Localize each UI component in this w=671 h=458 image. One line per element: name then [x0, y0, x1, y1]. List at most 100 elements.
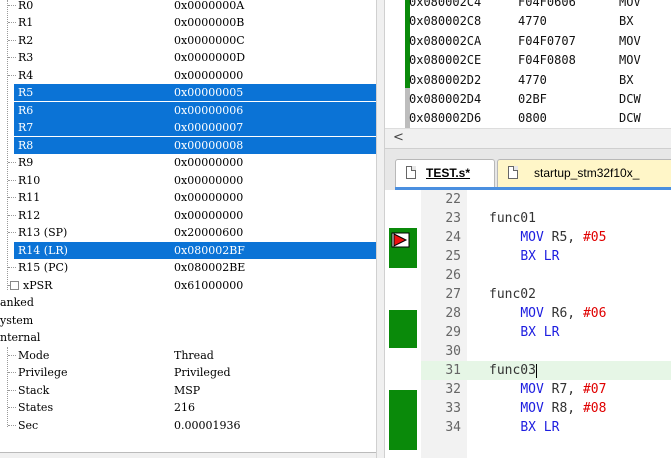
disasm-row[interactable]: 0x080002C8 4770 BX: [409, 11, 671, 31]
register-row-r7[interactable]: R7 0x00000007: [14, 119, 376, 136]
code-keyword: BX: [520, 249, 536, 264]
register-value: 0x00000007: [174, 121, 244, 134]
code-text: MOV R6, #06: [489, 304, 606, 323]
expand-icon[interactable]: [10, 281, 19, 290]
tab-test-s[interactable]: TEST.s*: [395, 159, 495, 187]
code-text: BX LR: [489, 323, 559, 342]
disasm-mnemonic: DCW: [619, 111, 641, 125]
register-row-r15-pc[interactable]: R15 (PC) 0x080002BE: [0, 259, 376, 276]
register-name: States: [18, 401, 54, 414]
registers-tab-strip: [0, 452, 376, 458]
internal-row-sec[interactable]: Sec 0.00001936: [0, 417, 376, 434]
code-line-24[interactable]: 24 MOV R5, #05: [421, 228, 671, 247]
group-system[interactable]: ystem: [0, 312, 376, 329]
code-line-27[interactable]: 27 func02: [421, 285, 671, 304]
tab-label: startup_stm32f10x_: [534, 166, 640, 180]
tab-startup-stm32[interactable]: startup_stm32f10x_: [497, 159, 671, 187]
disasm-address: 0x080002C8: [409, 14, 482, 28]
register-value: 0x00000000: [174, 156, 244, 169]
register-value: 0x0000000C: [174, 34, 245, 47]
register-row-r4[interactable]: R4 0x00000000: [0, 67, 376, 84]
code-keyword: BX: [520, 325, 536, 340]
register-name: R13 (SP): [18, 226, 68, 239]
register-row-r11[interactable]: R11 0x00000000: [0, 189, 376, 206]
code-label: func03: [489, 363, 536, 378]
register-name: R5: [18, 86, 34, 99]
code-line-32[interactable]: 32 MOV R7, #07: [421, 380, 671, 399]
register-row-r5[interactable]: R5 0x00000005: [14, 84, 376, 101]
register-row-r1[interactable]: R1 0x0000000B: [0, 14, 376, 31]
code-text: func03: [489, 361, 537, 380]
register-value: 0x080002BF: [174, 244, 245, 257]
register-name: R6: [18, 104, 34, 117]
breakpoint-margin[interactable]: [385, 190, 421, 458]
horizontal-scrollbar[interactable]: <: [385, 128, 671, 148]
scroll-left-icon[interactable]: <: [393, 130, 404, 145]
pane-splitter[interactable]: [376, 0, 385, 458]
code-line-29[interactable]: 29 BX LR: [421, 323, 671, 342]
register-row-r6[interactable]: R6 0x00000006: [14, 102, 376, 119]
code-line-30[interactable]: 30: [421, 342, 671, 361]
register-name: R8: [18, 139, 34, 152]
file-icon: [406, 166, 416, 179]
register-row-r0[interactable]: R0 0x0000000A: [0, 0, 376, 14]
register-name: R4: [18, 69, 34, 82]
group-banked[interactable]: anked: [0, 294, 376, 311]
internal-row-privilege[interactable]: Privilege Privileged: [0, 364, 376, 381]
line-number: 30: [445, 344, 461, 359]
register-row-r8[interactable]: R8 0x00000008: [14, 137, 376, 154]
register-name: Sec: [18, 419, 39, 432]
disasm-address: 0x080002D2: [409, 73, 482, 87]
register-name: R7: [18, 121, 34, 134]
register-value: 0x20000600: [174, 226, 244, 239]
code-operands: LR: [535, 420, 560, 435]
disasm-opcode: 0800: [518, 111, 547, 125]
register-row-xpsr[interactable]: xPSR 0x61000000: [0, 277, 376, 294]
disasm-address: 0x080002D4: [409, 92, 482, 106]
code-line-25[interactable]: 25 BX LR: [421, 247, 671, 266]
code-line-28[interactable]: 28 MOV R6, #06: [421, 304, 671, 323]
code-text: BX LR: [489, 247, 559, 266]
disasm-row[interactable]: 0x080002CE F04F0808 MOV: [409, 50, 671, 70]
code-operands: R7,: [543, 382, 583, 397]
register-row-r14-lr[interactable]: R14 (LR) 0x080002BF: [14, 242, 376, 259]
code-text: MOV R7, #07: [489, 380, 606, 399]
code-line-34[interactable]: 34 BX LR: [421, 418, 671, 437]
line-number: 24: [445, 230, 461, 245]
register-name: Mode: [18, 349, 50, 362]
line-number: 32: [445, 382, 461, 397]
register-row-r12[interactable]: R12 0x00000000: [0, 207, 376, 224]
line-number: 26: [445, 268, 461, 283]
code-line-33[interactable]: 33 MOV R8, #08: [421, 399, 671, 418]
disasm-row[interactable]: 0x080002CA F04F0707 MOV: [409, 31, 671, 51]
code-line-26[interactable]: 26: [421, 266, 671, 285]
code-immediate: #08: [582, 401, 607, 416]
disasm-row[interactable]: 0x080002D2 4770 BX: [409, 70, 671, 90]
internal-row-states[interactable]: States 216: [0, 399, 376, 416]
disasm-mnemonic: MOV: [619, 53, 641, 67]
register-row-r3[interactable]: R3 0x0000000D: [0, 49, 376, 66]
code-immediate: #06: [582, 306, 607, 321]
disasm-opcode: 02BF: [518, 92, 547, 106]
code-line-22[interactable]: 22: [421, 190, 671, 209]
editor-tab-bar: TEST.s* startup_stm32f10x_: [385, 148, 671, 191]
disasm-row[interactable]: 0x080002D6 0800 DCW: [409, 108, 671, 128]
line-number: 34: [445, 420, 461, 435]
register-row-r2[interactable]: R2 0x0000000C: [0, 32, 376, 49]
internal-row-stack[interactable]: Stack MSP: [0, 382, 376, 399]
register-row-r13-sp[interactable]: R13 (SP) 0x20000600: [0, 224, 376, 241]
group-internal[interactable]: nternal: [0, 329, 376, 346]
code-line-31-current[interactable]: 31 func03: [421, 361, 671, 380]
register-row-r10[interactable]: R10 0x00000000: [0, 172, 376, 189]
register-name: R14 (LR): [18, 244, 68, 257]
disasm-row[interactable]: 0x080002D4 02BF DCW: [409, 89, 671, 109]
code-text: func02: [489, 285, 536, 304]
coverage-marker: [389, 390, 417, 450]
disasm-mnemonic: MOV: [619, 34, 641, 48]
internal-row-mode[interactable]: Mode Thread: [0, 347, 376, 364]
disassembly-window: 0x080002C4 F04F0606 MOV 0x080002C8 4770 BX 0…: [385, 0, 671, 128]
register-row-r9[interactable]: R9 0x00000000: [0, 154, 376, 171]
code-editor[interactable]: 22 23 func01 24 MOV R5, #05 25 BX LR 26 2…: [385, 190, 671, 458]
register-value: Thread: [174, 349, 214, 362]
code-line-23[interactable]: 23 func01: [421, 209, 671, 228]
